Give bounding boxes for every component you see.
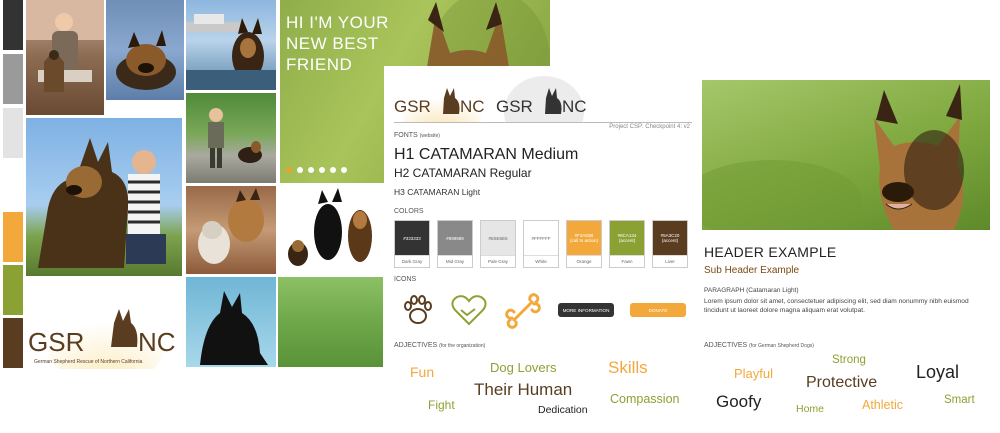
photo-three-dogs-and-puppies	[278, 186, 383, 274]
svg-text:GSR: GSR	[394, 97, 431, 116]
heart-handshake-icon	[451, 295, 487, 326]
svg-text:NC: NC	[562, 97, 587, 116]
adjective-dedication: Dedication	[538, 404, 588, 416]
fonts-label: FONTS (website)	[394, 132, 440, 139]
swatch-mid-gray	[3, 54, 23, 104]
adjective-their-human: Their Human	[474, 380, 573, 399]
swatch-card-mid-gray: #898989 Mid Gray	[437, 220, 473, 268]
carousel-dot-2[interactable]	[297, 167, 303, 173]
header-photo-shepherd	[702, 80, 990, 230]
h1-sample: H1 CATAMARAN Medium	[394, 146, 579, 163]
divider	[394, 122, 692, 123]
adjective-compassion: Compassion	[610, 392, 680, 406]
grass-tile	[278, 277, 383, 367]
swatch-orange	[3, 212, 23, 262]
adjective-goofy: Goofy	[716, 392, 762, 411]
icons-label: ICONS	[394, 276, 417, 283]
adjective-athletic: Athletic	[862, 398, 903, 412]
carousel-dot-6[interactable]	[341, 167, 347, 173]
swatch-card-white: #FFFFFF White	[523, 220, 559, 268]
logo-tagline: German Shepherd Rescue of Northern Calif…	[34, 359, 143, 365]
adjective-playful: Playful	[734, 366, 774, 381]
color-swatches: #333333 Dark Gray #898989 Mid Gray #E6E6E6…	[394, 220, 688, 268]
adjective-smart: Smart	[944, 394, 975, 406]
header-example: HEADER EXAMPLE	[704, 244, 837, 260]
photo-woman-with-dog-on-porch	[26, 0, 104, 115]
adjective-loyal: Loyal	[916, 362, 960, 382]
paw-icon	[404, 295, 432, 324]
fonts-note: (website)	[419, 133, 440, 139]
svg-text:NC: NC	[460, 97, 485, 116]
paragraph-sample: Lorem ipsum dolor sit amet, consectetuer…	[704, 298, 969, 314]
adjective-skills: Skills	[608, 358, 648, 377]
photo-dog-at-harbor	[186, 0, 276, 90]
photo-black-dog-blue-background	[186, 277, 276, 367]
paragraph-label: PARAGRAPH (Catamaran Light)	[704, 287, 799, 294]
carousel-dots	[286, 167, 347, 173]
swatch-card-dark-gray: #333333 Dark Gray	[394, 220, 430, 268]
adjective-strong: Strong	[832, 354, 866, 366]
swatch-fawn	[3, 265, 23, 315]
colors-label: COLORS	[394, 208, 424, 215]
swatch-dark-gray	[3, 0, 23, 50]
h2-sample: H2 CATAMARAN Regular	[394, 166, 532, 180]
more-information-button[interactable]: MORE INFORMATION	[558, 303, 614, 317]
photo-dog-and-puppy-playing	[186, 186, 276, 274]
adjectives-dogs-label: ADJECTIVES (for German Shepherd Dogs)	[704, 342, 814, 349]
carousel-dot-3[interactable]	[308, 167, 314, 173]
style-guide-sheet: GSR NC GSR NC Project CSP: Checkpoint 4:…	[384, 66, 696, 433]
swatch-card-orange: #F3A83B (call to action) Orange	[566, 220, 602, 268]
gsrnc-logo-large: GSR NC German Shepherd Rescue of Norther…	[26, 279, 182, 369]
swatch-card-liver: #5A3C20 (accent) Liver	[652, 220, 688, 268]
swatch-card-pale-gray: #E6E6E6 Pale Gray	[480, 220, 516, 268]
swatch-pale-gray	[3, 108, 23, 158]
adjective-fight: Fight	[428, 398, 455, 412]
svg-text:GSR: GSR	[28, 327, 84, 357]
photo-person-in-stream-with-dog	[186, 93, 276, 183]
swatch-card-fawn: #8CA134 (accent) Fawn	[609, 220, 645, 268]
svg-text:GSR: GSR	[496, 97, 533, 116]
carousel-dot-5[interactable]	[330, 167, 336, 173]
donate-button[interactable]: DONATE	[630, 303, 686, 317]
adjectives-org-label: ADJECTIVES (for the organization)	[394, 342, 486, 349]
photo-woman-with-shepherd	[26, 118, 182, 276]
photo-puppy-on-blanket	[106, 0, 184, 100]
adjective-home: Home	[796, 403, 825, 415]
adjective-protective: Protective	[806, 374, 878, 391]
carousel-dot-1[interactable]	[286, 167, 292, 173]
adjective-dog-lovers: Dog Lovers	[490, 360, 557, 375]
bone-icon	[505, 293, 541, 329]
gsrnc-logo-gray: GSR NC	[494, 66, 594, 148]
gsrnc-logo-color: GSR NC	[392, 66, 492, 148]
adjective-fun: Fun	[410, 364, 435, 380]
carousel-dot-4[interactable]	[319, 167, 325, 173]
h3-sample: H3 CATAMARAN Light	[394, 187, 481, 197]
swatch-liver	[3, 318, 23, 368]
project-label: Project CSP: Checkpoint 4: v2	[609, 124, 690, 130]
svg-text:NC: NC	[138, 327, 176, 357]
sub-header-example: Sub Header Example	[704, 265, 800, 276]
fonts-heading: FONTS	[394, 132, 418, 139]
